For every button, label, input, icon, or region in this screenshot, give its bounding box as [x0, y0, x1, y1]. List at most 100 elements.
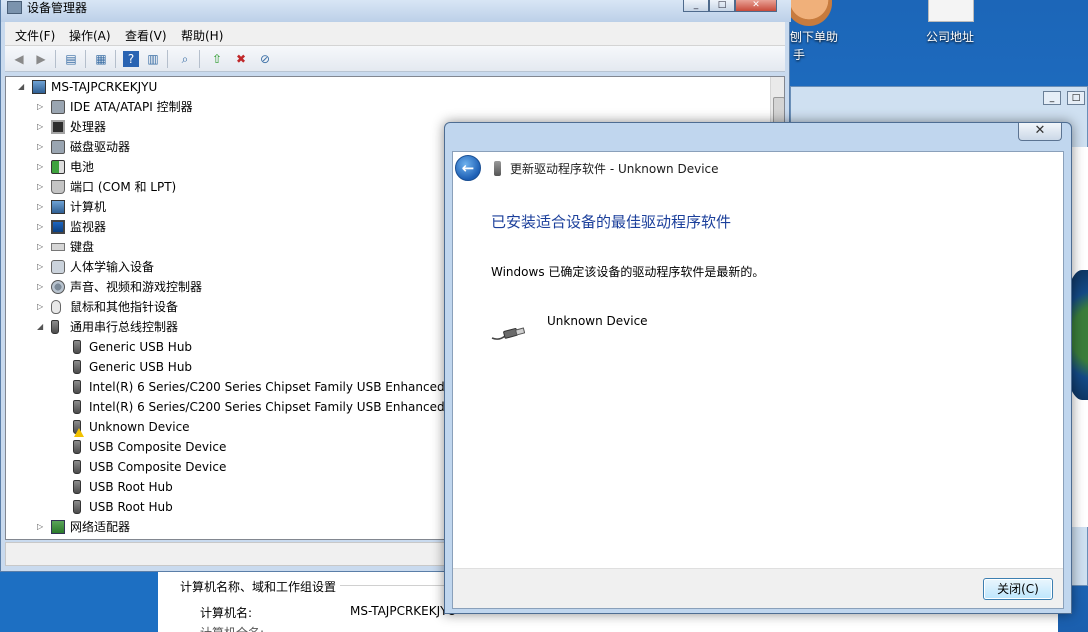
- computer-icon: [51, 200, 65, 214]
- properties-icon[interactable]: ▦: [93, 51, 109, 67]
- section-title: 计算机名称、域和工作组设置: [180, 580, 337, 594]
- menu-file[interactable]: 文件(F): [15, 27, 55, 44]
- dialog-message: Windows 已确定该设备的驱动程序软件是最新的。: [491, 265, 765, 279]
- close-button[interactable]: 关闭(C): [983, 578, 1053, 600]
- scan-hardware-icon[interactable]: ⌕: [177, 51, 193, 67]
- maximize-icon[interactable]: □: [1067, 91, 1085, 105]
- tree-item-label: Generic USB Hub: [89, 360, 193, 374]
- tree-item[interactable]: ◢ MS-TAJPCRKEKJYU: [6, 77, 766, 97]
- back-arrow-icon[interactable]: ◀: [11, 51, 27, 67]
- tree-item[interactable]: ▷ IDE ATA/ATAPI 控制器: [6, 97, 766, 117]
- network-adapter-icon: [51, 520, 65, 534]
- tree-item-label: IDE ATA/ATAPI 控制器: [70, 100, 193, 114]
- tree-item-label: USB Composite Device: [89, 460, 227, 474]
- tree-item-label: USB Composite Device: [89, 440, 227, 454]
- expand-icon[interactable]: ▷: [37, 237, 47, 257]
- show-hide-tree-icon[interactable]: ▤: [63, 51, 79, 67]
- close-icon[interactable]: ✕: [735, 0, 777, 12]
- keyboard-icon: [51, 243, 65, 251]
- disk-drive-icon: [51, 140, 65, 154]
- window-title: 设备管理器: [27, 1, 88, 15]
- usb-plug-icon: [51, 320, 59, 334]
- expand-icon[interactable]: ▷: [37, 157, 47, 177]
- dialog-footer: 关闭(C): [453, 568, 1063, 608]
- desktop-icon-label[interactable]: 刨下单助: [790, 28, 838, 45]
- tree-item-label: 处理器: [70, 120, 107, 134]
- port-icon: [51, 180, 65, 194]
- expand-icon[interactable]: ▷: [37, 257, 47, 277]
- expand-icon[interactable]: ▷: [37, 97, 47, 117]
- update-driver-icon[interactable]: ⇧: [209, 51, 225, 67]
- expand-icon[interactable]: ▷: [37, 197, 47, 217]
- usb-cable-icon: [491, 327, 525, 340]
- expand-icon[interactable]: ▷: [37, 177, 47, 197]
- dialog-heading: 已安装适合设备的最佳驱动程序软件: [491, 213, 732, 231]
- menu-help[interactable]: 帮助(H): [181, 27, 223, 44]
- back-arrow-icon[interactable]: ←: [455, 155, 481, 181]
- tree-item-label: 监视器: [70, 220, 107, 234]
- menu-bar: 文件(F) 操作(A) 查看(V) 帮助(H): [5, 22, 785, 46]
- tree-item-label: 通用串行总线控制器: [70, 320, 179, 334]
- device-manager-icon: [7, 1, 22, 14]
- tree-item-label: MS-TAJPCRKEKJYU: [51, 80, 158, 94]
- forward-arrow-icon[interactable]: ▶: [33, 51, 49, 67]
- collapse-icon[interactable]: ◢: [18, 77, 28, 97]
- disable-device-icon[interactable]: ⊘: [257, 51, 273, 67]
- expand-icon[interactable]: ▷: [37, 117, 47, 137]
- toolbar: ◀ ▶ ▤ ▦ ? ▥ ⌕ ⇧ ✖ ⊘: [5, 46, 785, 72]
- monitor-icon: [51, 220, 65, 234]
- menu-view[interactable]: 查看(V): [125, 27, 167, 44]
- warning-triangle-icon: [74, 428, 84, 437]
- expand-icon[interactable]: ▷: [37, 277, 47, 297]
- tree-item-label: Unknown Device: [89, 420, 190, 434]
- battery-icon: [51, 160, 65, 174]
- tree-item-label: 计算机: [70, 200, 107, 214]
- processor-icon: [51, 120, 65, 134]
- device-name: Unknown Device: [547, 314, 648, 328]
- maximize-icon[interactable]: □: [709, 0, 735, 12]
- tree-item-label: 鼠标和其他指针设备: [70, 300, 179, 314]
- dialog-body: ← 更新驱动程序软件 - Unknown Device 已安装适合设备的最佳驱动…: [452, 151, 1064, 609]
- computer-name-key: 计算机名:: [200, 606, 253, 620]
- usb-plug-icon: [73, 500, 81, 514]
- close-icon[interactable]: ✕: [1018, 123, 1062, 141]
- expand-icon[interactable]: ▷: [37, 137, 47, 157]
- title-bar[interactable]: 设备管理器 _ □ ✕: [1, 0, 791, 22]
- tree-item-label: 电池: [70, 160, 95, 174]
- caption-buttons: _ □ ✕: [683, 0, 777, 12]
- usb-plug-icon: [73, 400, 81, 414]
- ide-controller-icon: [51, 100, 65, 114]
- tree-item-label: 网络适配器: [70, 520, 131, 534]
- hid-icon: [51, 260, 65, 274]
- sound-icon: [51, 280, 65, 294]
- computer-icon: [32, 80, 46, 94]
- update-driver-dialog: ✕ ← 更新驱动程序软件 - Unknown Device 已安装适合设备的最佳…: [444, 122, 1072, 614]
- list-view-icon[interactable]: ▥: [145, 51, 161, 67]
- usb-plug-icon: [73, 480, 81, 494]
- collapse-icon[interactable]: ◢: [37, 317, 47, 337]
- usb-plug-icon: [73, 360, 81, 374]
- mouse-icon: [51, 300, 61, 314]
- expand-icon[interactable]: ▷: [37, 517, 47, 537]
- help-icon[interactable]: ?: [123, 51, 139, 67]
- usb-plug-icon: [73, 340, 81, 354]
- document-icon[interactable]: [928, 0, 974, 22]
- warning-icon: [73, 420, 84, 437]
- tree-item-label: 端口 (COM 和 LPT): [70, 180, 177, 194]
- tree-item-label: 键盘: [70, 240, 95, 254]
- minimize-icon[interactable]: _: [683, 0, 709, 12]
- tree-item-label: 磁盘驱动器: [70, 140, 131, 154]
- tree-item-label: 人体学输入设备: [70, 260, 155, 274]
- minimize-icon[interactable]: _: [1043, 91, 1061, 105]
- dialog-caption: 更新驱动程序软件 - Unknown Device: [510, 162, 719, 176]
- desktop-icon-label-company[interactable]: 公司地址: [926, 28, 974, 45]
- tree-item-label: USB Root Hub: [89, 480, 173, 494]
- uninstall-icon[interactable]: ✖: [233, 51, 249, 67]
- expand-icon[interactable]: ▷: [37, 217, 47, 237]
- tree-item-label: USB Root Hub: [89, 500, 173, 514]
- usb-plug-icon: [73, 440, 81, 454]
- full-name-key: 计算机全名:: [200, 624, 264, 632]
- menu-action[interactable]: 操作(A): [69, 27, 111, 44]
- expand-icon[interactable]: ▷: [37, 297, 47, 317]
- desktop-icon-label-line2[interactable]: 手: [793, 46, 805, 63]
